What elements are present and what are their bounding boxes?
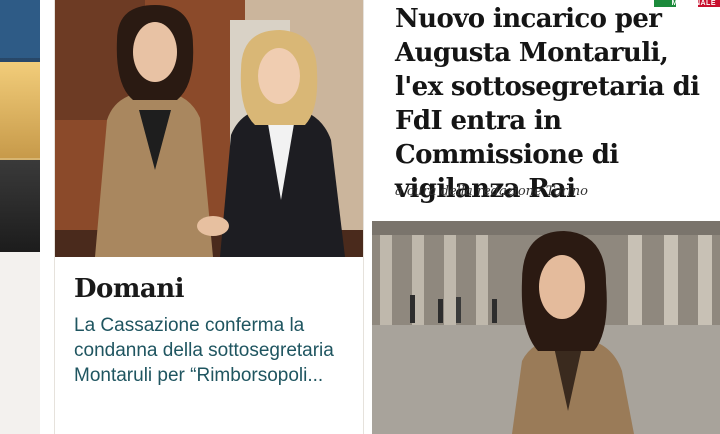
previous-card-edge[interactable]	[0, 0, 40, 434]
previous-photo-blue-area	[0, 0, 40, 58]
publication-logo: Domani	[74, 274, 185, 304]
handshake-illustration	[55, 0, 363, 257]
article-byline: a cura della redazione Torino	[395, 184, 588, 199]
previous-card-photo	[0, 0, 40, 252]
article-title[interactable]: Nuovo incarico per Augusta Montaruli, l'…	[395, 2, 715, 206]
handshake-photo	[55, 0, 363, 257]
portrait-photo	[372, 221, 720, 434]
previous-photo-dark-area	[0, 160, 40, 252]
card-headline[interactable]: La Cassazione conferma la condanna della…	[74, 313, 358, 388]
previous-photo-gold-area	[0, 62, 40, 158]
domani-news-card[interactable]: Domani La Cassazione conferma la condann…	[55, 0, 363, 434]
article-panel: MATTINALE Nuovo incarico per Augusta Mon…	[372, 0, 720, 434]
portrait-illustration	[372, 221, 720, 434]
